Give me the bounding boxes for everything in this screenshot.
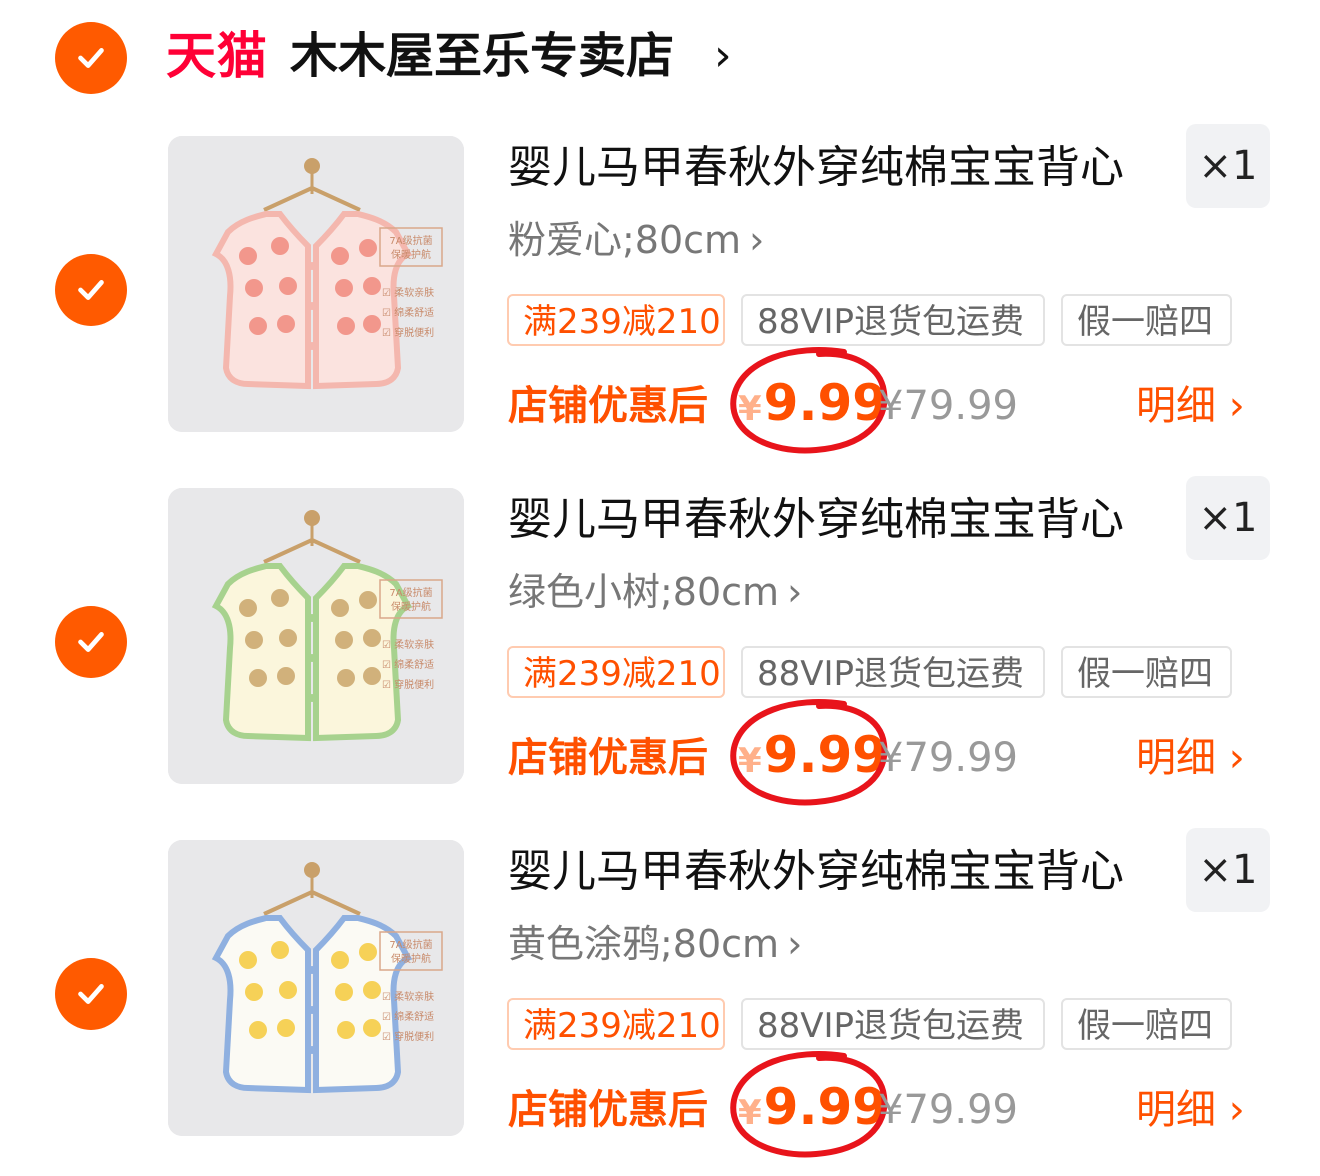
quantity-badge[interactable]: ×1 bbox=[1186, 476, 1270, 560]
promo-tag: 满239减210 bbox=[507, 294, 725, 346]
guarantee-tag: 假一赔四 bbox=[1061, 998, 1232, 1050]
detail-label: 明细 bbox=[1136, 383, 1216, 429]
tmall-logo: 天猫 bbox=[166, 27, 268, 85]
guarantee-tag: 假一赔四 bbox=[1061, 294, 1232, 346]
price-detail-link[interactable]: 明细 › bbox=[1136, 728, 1245, 788]
price-detail-link[interactable]: 明细 › bbox=[1136, 1080, 1245, 1140]
price-value: 9.99 bbox=[763, 374, 888, 432]
cart-item: 7A级抗菌 保暖护航 ☑ 柔软亲肤 ☑ 绵柔舒适 ☑ 穿脱便利 婴儿马甲春秋外穿… bbox=[0, 124, 1320, 466]
currency-symbol: ¥ bbox=[738, 389, 762, 429]
currency-symbol: ¥ bbox=[738, 1093, 762, 1133]
original-price: ¥79.99 bbox=[878, 383, 1018, 429]
product-spec-selector[interactable]: 粉爱心;80cm › bbox=[508, 210, 764, 270]
svg-text:☑ 穿脱便利: ☑ 穿脱便利 bbox=[382, 678, 434, 691]
checkmark-icon bbox=[78, 984, 104, 1004]
checkmark-icon bbox=[78, 632, 104, 652]
price-value: 9.99 bbox=[763, 1078, 888, 1136]
svg-text:☑ 穿脱便利: ☑ 穿脱便利 bbox=[382, 326, 434, 339]
svg-text:☑ 绵柔舒适: ☑ 绵柔舒适 bbox=[382, 306, 434, 319]
after-discount-label: 店铺优惠后 bbox=[508, 1087, 708, 1133]
chevron-right-icon: › bbox=[749, 218, 765, 262]
price-value: 9.99 bbox=[763, 726, 888, 784]
chevron-right-icon: › bbox=[787, 922, 803, 966]
spec-label: 绿色小树;80cm bbox=[508, 570, 780, 614]
chevron-right-icon: › bbox=[1228, 735, 1245, 781]
discounted-price: ¥9.99 bbox=[738, 1072, 887, 1148]
svg-text:☑ 柔软亲肤: ☑ 柔软亲肤 bbox=[382, 990, 434, 1003]
guarantee-tag: 假一赔四 bbox=[1061, 646, 1232, 698]
cart-item: 7A级抗菌 保暖护航 ☑ 柔软亲肤 ☑ 绵柔舒适 ☑ 穿脱便利 婴儿马甲春秋外穿… bbox=[0, 828, 1320, 1170]
spec-label: 黄色涂鸦;80cm bbox=[508, 922, 780, 966]
original-price: ¥79.99 bbox=[878, 1087, 1018, 1133]
price-detail-link[interactable]: 明细 › bbox=[1136, 376, 1245, 436]
vest-illustration: 7A级抗菌 保暖护航 ☑ 柔软亲肤 ☑ 绵柔舒适 ☑ 穿脱便利 bbox=[168, 488, 464, 784]
item-select-checkbox[interactable] bbox=[55, 958, 127, 1030]
svg-text:7A级抗菌: 7A级抗菌 bbox=[389, 234, 432, 247]
svg-text:保暖护航: 保暖护航 bbox=[391, 248, 431, 261]
vest-illustration: 7A级抗菌 保暖护航 ☑ 柔软亲肤 ☑ 绵柔舒适 ☑ 穿脱便利 bbox=[168, 136, 464, 432]
product-title[interactable]: 婴儿马甲春秋外穿纯棉宝宝背心 bbox=[508, 488, 1124, 552]
vip-return-tag: 88VIP退货包运费 bbox=[741, 646, 1045, 698]
product-image[interactable]: 7A级抗菌 保暖护航 ☑ 柔软亲肤 ☑ 绵柔舒适 ☑ 穿脱便利 bbox=[168, 840, 464, 1136]
product-image[interactable]: 7A级抗菌 保暖护航 ☑ 柔软亲肤 ☑ 绵柔舒适 ☑ 穿脱便利 bbox=[168, 488, 464, 784]
after-discount-label: 店铺优惠后 bbox=[508, 383, 708, 429]
svg-text:☑ 绵柔舒适: ☑ 绵柔舒适 bbox=[382, 1010, 434, 1023]
item-select-checkbox[interactable] bbox=[55, 254, 127, 326]
product-title[interactable]: 婴儿马甲春秋外穿纯棉宝宝背心 bbox=[508, 840, 1124, 904]
svg-text:☑ 柔软亲肤: ☑ 柔软亲肤 bbox=[382, 286, 434, 299]
item-select-checkbox[interactable] bbox=[55, 606, 127, 678]
product-title[interactable]: 婴儿马甲春秋外穿纯棉宝宝背心 bbox=[508, 136, 1124, 200]
svg-text:☑ 绵柔舒适: ☑ 绵柔舒适 bbox=[382, 658, 434, 671]
store-header: 天猫 木木屋至乐专卖店 › bbox=[0, 0, 1320, 112]
promo-tag: 满239减210 bbox=[507, 646, 725, 698]
chevron-right-icon: › bbox=[1228, 383, 1245, 429]
cart-item: 7A级抗菌 保暖护航 ☑ 柔软亲肤 ☑ 绵柔舒适 ☑ 穿脱便利 婴儿马甲春秋外穿… bbox=[0, 476, 1320, 818]
svg-text:☑ 穿脱便利: ☑ 穿脱便利 bbox=[382, 1030, 434, 1043]
svg-text:保暖护航: 保暖护航 bbox=[391, 600, 431, 613]
vip-return-tag: 88VIP退货包运费 bbox=[741, 294, 1045, 346]
chevron-right-icon: › bbox=[787, 570, 803, 614]
store-select-checkbox[interactable] bbox=[55, 22, 127, 94]
vest-illustration: 7A级抗菌 保暖护航 ☑ 柔软亲肤 ☑ 绵柔舒适 ☑ 穿脱便利 bbox=[168, 840, 464, 1136]
currency-symbol: ¥ bbox=[738, 741, 762, 781]
checkmark-icon bbox=[78, 48, 104, 68]
discounted-price: ¥9.99 bbox=[738, 368, 887, 444]
svg-text:保暖护航: 保暖护航 bbox=[391, 952, 431, 965]
quantity-badge[interactable]: ×1 bbox=[1186, 124, 1270, 208]
product-spec-selector[interactable]: 黄色涂鸦;80cm › bbox=[508, 914, 802, 974]
svg-text:7A级抗菌: 7A级抗菌 bbox=[389, 586, 432, 599]
original-price: ¥79.99 bbox=[878, 735, 1018, 781]
checkmark-icon bbox=[78, 280, 104, 300]
detail-label: 明细 bbox=[1136, 1087, 1216, 1133]
product-image[interactable]: 7A级抗菌 保暖护航 ☑ 柔软亲肤 ☑ 绵柔舒适 ☑ 穿脱便利 bbox=[168, 136, 464, 432]
spec-label: 粉爱心;80cm bbox=[508, 218, 742, 262]
vip-return-tag: 88VIP退货包运费 bbox=[741, 998, 1045, 1050]
svg-text:☑ 柔软亲肤: ☑ 柔软亲肤 bbox=[382, 638, 434, 651]
after-discount-label: 店铺优惠后 bbox=[508, 735, 708, 781]
chevron-right-icon: › bbox=[1228, 1087, 1245, 1133]
quantity-badge[interactable]: ×1 bbox=[1186, 828, 1270, 912]
promo-tag: 满239减210 bbox=[507, 998, 725, 1050]
chevron-right-icon[interactable]: › bbox=[714, 24, 732, 88]
detail-label: 明细 bbox=[1136, 735, 1216, 781]
discounted-price: ¥9.99 bbox=[738, 720, 887, 796]
store-name[interactable]: 木木屋至乐专卖店 bbox=[290, 24, 674, 88]
svg-text:7A级抗菌: 7A级抗菌 bbox=[389, 938, 432, 951]
product-spec-selector[interactable]: 绿色小树;80cm › bbox=[508, 562, 802, 622]
